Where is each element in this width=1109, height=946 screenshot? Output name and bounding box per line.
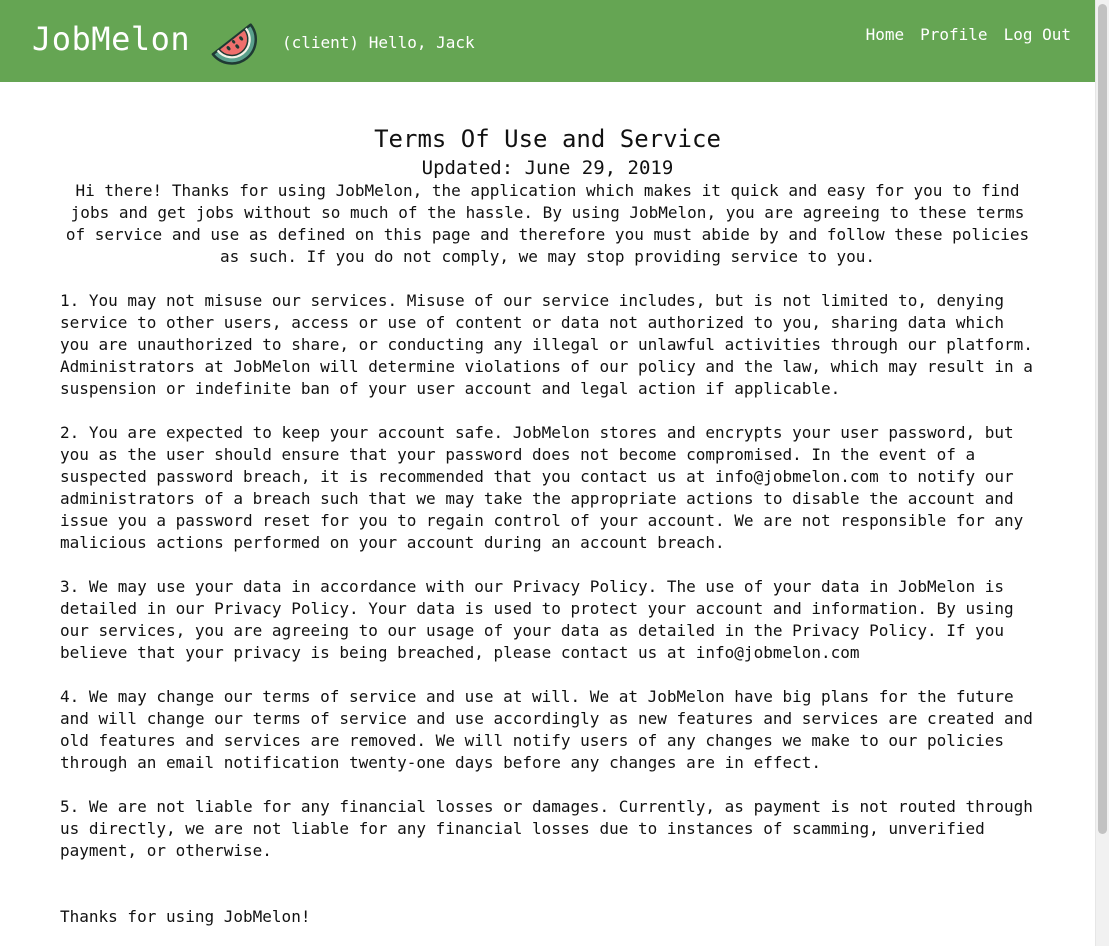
clause-2: 2. You are expected to keep your account… bbox=[60, 423, 1024, 552]
nav-links: Home Profile Log Out bbox=[866, 25, 1071, 45]
updated-date: Updated: June 29, 2019 bbox=[421, 157, 674, 179]
intro-paragraph: Hi there! Thanks for using JobMelon, the… bbox=[65, 181, 1030, 266]
scrollbar-thumb[interactable] bbox=[1098, 4, 1107, 834]
watermelon-icon bbox=[211, 23, 258, 65]
terms-page: JobMelon (client) Hello, Jack Home Profi… bbox=[0, 0, 1109, 946]
nav-profile-link[interactable]: Profile bbox=[920, 25, 987, 45]
user-greeting: (client) Hello, Jack bbox=[282, 33, 475, 52]
closing-text: Thanks for using JobMelon! bbox=[60, 907, 311, 926]
clause-3: 3. We may use your data in accordance wi… bbox=[60, 577, 1014, 662]
page-title: Terms Of Use and Service bbox=[374, 125, 721, 153]
nav-logout-link[interactable]: Log Out bbox=[1004, 25, 1071, 45]
top-navbar: JobMelon (client) Hello, Jack Home Profi… bbox=[0, 0, 1095, 82]
clause-1: 1. You may not misuse our services. Misu… bbox=[60, 291, 1033, 398]
clause-4: 4. We may change our terms of service an… bbox=[60, 687, 1033, 772]
brand-link[interactable]: JobMelon bbox=[32, 20, 190, 58]
terms-content: Terms Of Use and Service Updated: June 2… bbox=[60, 124, 1035, 928]
clause-5: 5. We are not liable for any financial l… bbox=[60, 797, 1033, 860]
vertical-scrollbar[interactable] bbox=[1095, 0, 1109, 946]
nav-home-link[interactable]: Home bbox=[866, 25, 905, 45]
